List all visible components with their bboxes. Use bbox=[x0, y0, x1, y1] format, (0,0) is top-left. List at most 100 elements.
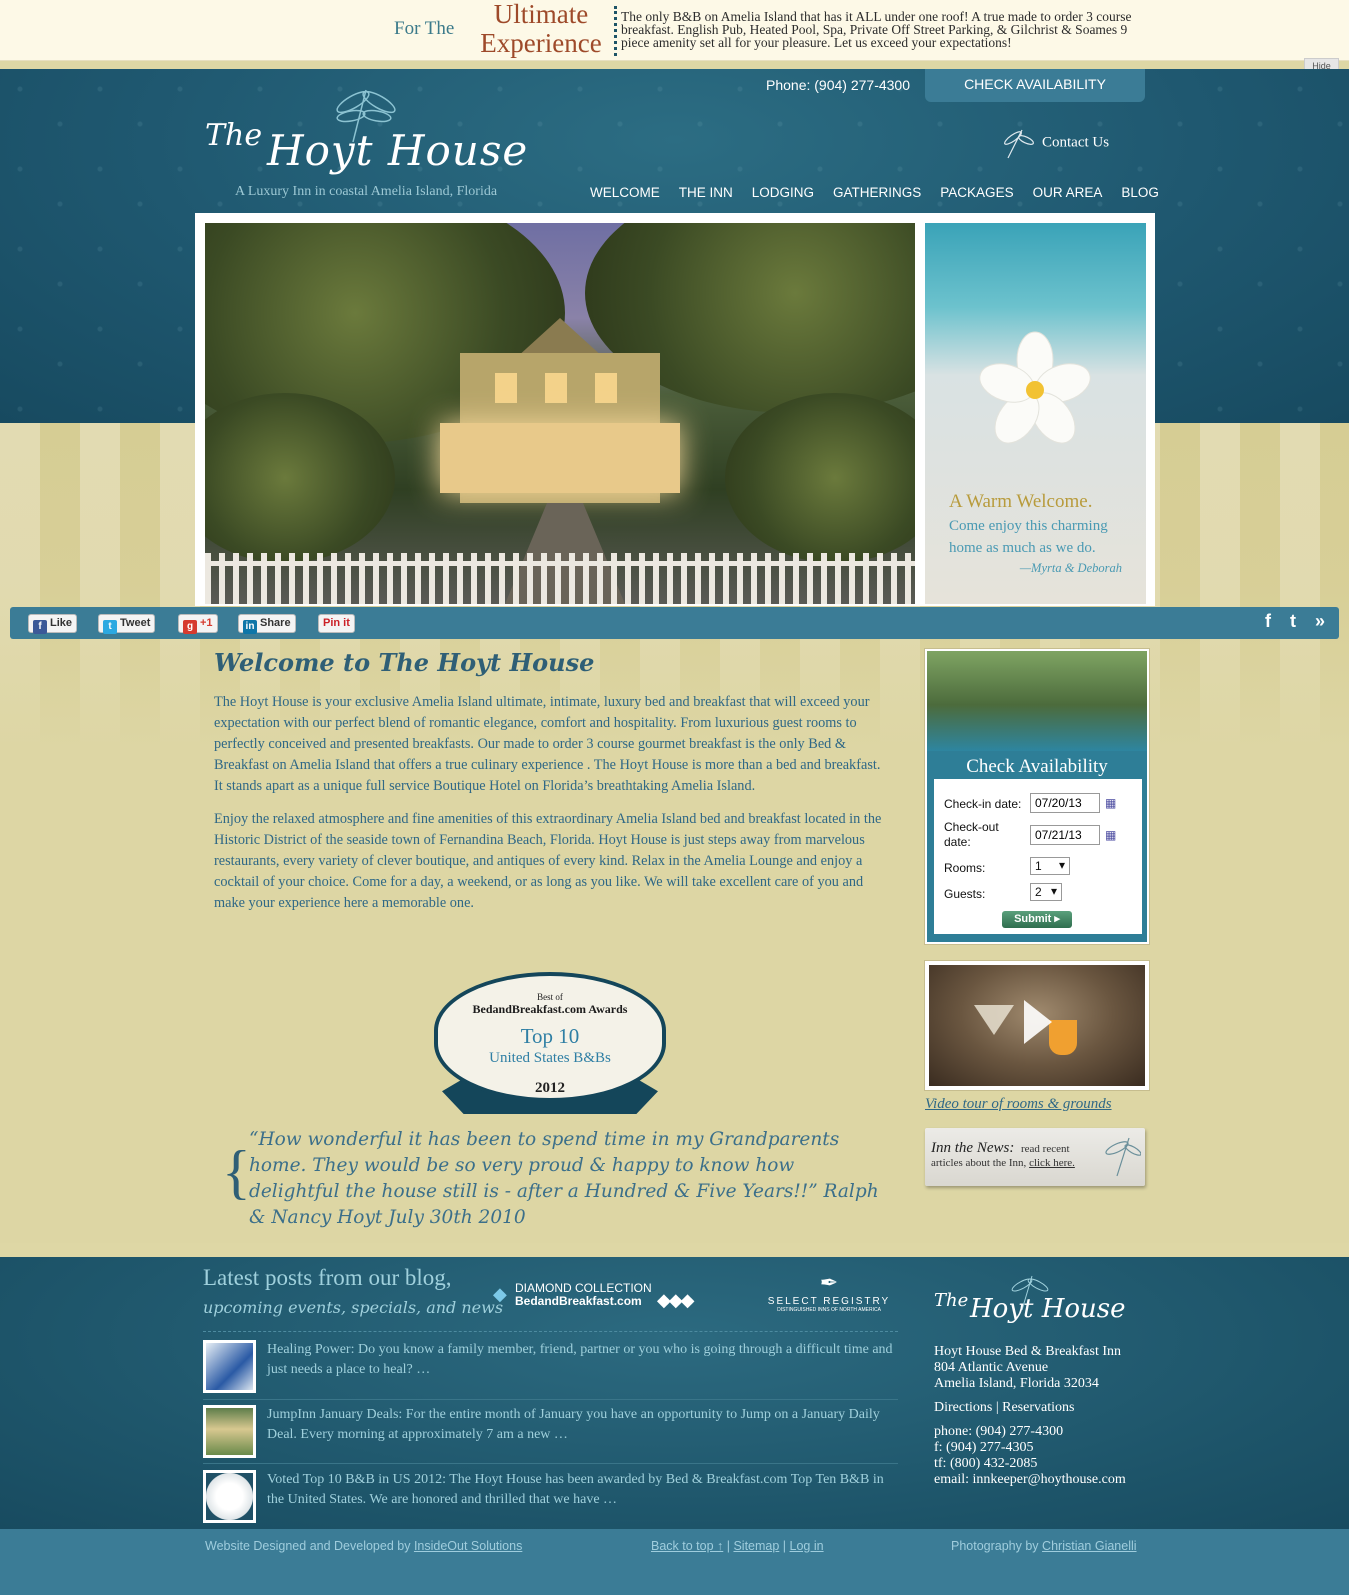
check-availability-widget: Check Availability Check-in date: ▦ Chec… bbox=[925, 649, 1149, 944]
blog-post-thumbnail[interactable] bbox=[203, 1470, 256, 1523]
linkedin-share-button[interactable]: in Share bbox=[238, 614, 296, 634]
share-label: Share bbox=[260, 617, 291, 629]
news-title: Inn the News: bbox=[931, 1140, 1015, 1156]
checkout-label: Check-out date: bbox=[944, 820, 999, 849]
sitemap-link[interactable]: Sitemap bbox=[733, 1539, 779, 1553]
blog-subtitle: upcoming events, specials, and news bbox=[203, 1298, 504, 1317]
facebook-like-button[interactable]: f Like bbox=[28, 614, 78, 634]
checkout-date-input[interactable] bbox=[1030, 825, 1100, 845]
nav-blog[interactable]: BLOG bbox=[1121, 185, 1159, 200]
more-icon[interactable]: » bbox=[1315, 611, 1325, 631]
video-tour-link[interactable]: Video tour of rooms & grounds bbox=[925, 1096, 1112, 1113]
page-title: Welcome to The Hoyt House bbox=[214, 648, 595, 677]
video-tour-thumbnail[interactable] bbox=[925, 961, 1149, 1090]
login-link[interactable]: Log in bbox=[790, 1539, 824, 1553]
news-click-here-link[interactable]: click here. bbox=[1029, 1157, 1075, 1169]
plumeria-flower-icon bbox=[979, 331, 1091, 444]
availability-submit-button[interactable]: Submit ▸ bbox=[1002, 911, 1072, 928]
amenities-paragraph: Enjoy the relaxed atmosphere and fine am… bbox=[214, 811, 882, 911]
nav-welcome[interactable]: WELCOME bbox=[590, 185, 660, 200]
promo-banner: For The Ultimate Experience The only B&B… bbox=[0, 0, 1349, 61]
footer-divider bbox=[203, 1331, 898, 1332]
select-registry-name: SELECT REGISTRY bbox=[767, 1296, 891, 1307]
nav-the-inn[interactable]: THE INN bbox=[679, 185, 733, 200]
footer-logo[interactable]: The Hoyt House bbox=[934, 1272, 1134, 1334]
blog-post-excerpt[interactable]: Healing Power: Do you know a family memb… bbox=[267, 1340, 897, 1380]
availability-title: Check Availability bbox=[966, 756, 1108, 777]
news-text-1: read recent bbox=[1021, 1143, 1070, 1155]
address-line-3: Amelia Island, Florida 32034 bbox=[934, 1376, 1099, 1391]
nav-packages[interactable]: PACKAGES bbox=[940, 185, 1013, 200]
promo-ultimate: Ultimate bbox=[493, 0, 589, 29]
award-badge: Best of BedandBreakfast.com Awards Top 1… bbox=[432, 966, 668, 1128]
facebook-icon: f bbox=[33, 620, 47, 634]
directions-reservations-links[interactable]: Directions | Reservations bbox=[934, 1400, 1126, 1416]
designer-link[interactable]: InsideOut Solutions bbox=[414, 1539, 522, 1553]
post-divider bbox=[203, 1463, 898, 1464]
quill-icon: ✒ bbox=[819, 1270, 839, 1295]
rooms-value: 1 bbox=[1035, 859, 1042, 873]
rooms-select[interactable]: 1 bbox=[1030, 857, 1070, 875]
back-to-top-link[interactable]: Back to top ↑ bbox=[651, 1539, 723, 1553]
in-the-news-banner[interactable]: Inn the News: read recent articles about… bbox=[925, 1128, 1145, 1186]
footer-logo-the: The bbox=[934, 1290, 969, 1311]
photography-by-text: Photography by bbox=[951, 1539, 1043, 1553]
footer-tollfree: tf: (800) 432-2085 bbox=[934, 1456, 1038, 1471]
credits-photography: Photography by Christian Gianelli bbox=[951, 1539, 1137, 1553]
welcome-card-body: Come enjoy this charming home as much as… bbox=[949, 518, 1108, 556]
check-availability-button[interactable]: CHECK AVAILABILITY bbox=[925, 69, 1145, 102]
promo-ultimate-experience: Ultimate Experience bbox=[466, 0, 616, 58]
facebook-icon[interactable]: f bbox=[1265, 611, 1271, 631]
bottom-bar: Website Designed and Developed by Inside… bbox=[0, 1529, 1349, 1595]
blog-title: Latest posts from our blog, bbox=[203, 1265, 452, 1290]
site-logo[interactable]: The Hoyt House A Luxury Inn in coastal A… bbox=[203, 80, 553, 205]
blog-post-thumbnail[interactable] bbox=[203, 1340, 256, 1393]
footer-email[interactable]: email: innkeeper@hoythouse.com bbox=[934, 1472, 1126, 1488]
promo-text: The only B&B on Amelia Island that has i… bbox=[621, 9, 1132, 50]
play-icon[interactable] bbox=[1024, 1000, 1052, 1044]
diamond-rating-icon: ◆◆◆ bbox=[657, 1290, 695, 1310]
address-line-2: 804 Atlantic Avenue bbox=[934, 1360, 1049, 1375]
select-registry-logo[interactable]: ✒ SELECT REGISTRY DISTINGUISHED INNS OF … bbox=[763, 1270, 895, 1313]
credits-design: Website Designed and Developed by Inside… bbox=[205, 1539, 522, 1553]
main-text: The Hoyt House is your exclusive Amelia … bbox=[214, 692, 886, 926]
plus-one-label: +1 bbox=[200, 617, 213, 629]
twitter-icon[interactable]: t bbox=[1290, 611, 1296, 631]
logo-the: The bbox=[205, 118, 263, 153]
social-follow-icons: f t » bbox=[1251, 611, 1325, 632]
calendar-icon[interactable]: ▦ bbox=[1105, 828, 1125, 842]
promo-divider bbox=[614, 6, 617, 56]
welcome-card-signature: —Myrta & Deborah bbox=[1019, 561, 1122, 575]
select-registry-sub: DISTINGUISHED INNS OF NORTH AMERICA bbox=[777, 1307, 881, 1313]
guests-value: 2 bbox=[1035, 885, 1042, 899]
welcome-card: A Warm Welcome. Come enjoy this charming… bbox=[925, 223, 1146, 604]
contact-us-label: Contact Us bbox=[1042, 134, 1110, 151]
nav-lodging[interactable]: LODGING bbox=[752, 185, 814, 200]
pinterest-pin-button[interactable]: Pin it bbox=[318, 614, 355, 633]
nav-gatherings[interactable]: GATHERINGS bbox=[833, 185, 921, 200]
diamond-collection-logo[interactable]: ◆ DIAMOND COLLECTION BedandBreakfast.com bbox=[493, 1282, 652, 1308]
contact-us-link[interactable]: Contact Us bbox=[1000, 126, 1109, 160]
footer-fax: f: (904) 277-4305 bbox=[934, 1440, 1034, 1455]
footer-address: Hoyt House Bed & Breakfast Inn 804 Atlan… bbox=[934, 1344, 1126, 1488]
diamond-collection-site: BedandBreakfast.com bbox=[515, 1294, 642, 1308]
like-label: Like bbox=[50, 617, 73, 629]
checkin-date-input[interactable] bbox=[1030, 793, 1100, 813]
blog-post-excerpt[interactable]: JumpInn January Deals: For the entire mo… bbox=[267, 1405, 897, 1445]
diamond-icon: ◆ bbox=[493, 1284, 507, 1304]
photographer-link[interactable]: Christian Gianelli bbox=[1042, 1539, 1136, 1553]
footer-logo-hoyt-house: Hoyt House bbox=[970, 1294, 1126, 1324]
tweet-button[interactable]: t Tweet bbox=[98, 614, 156, 634]
calendar-icon[interactable]: ▦ bbox=[1105, 796, 1125, 810]
google-plus-one-button[interactable]: g +1 bbox=[178, 614, 218, 634]
blog-post-thumbnail[interactable] bbox=[203, 1405, 256, 1458]
guests-select[interactable]: 2 bbox=[1030, 883, 1062, 901]
nav-our-area[interactable]: OUR AREA bbox=[1033, 185, 1103, 200]
award-category: United States B&Bs bbox=[489, 1050, 611, 1066]
blog-post-excerpt[interactable]: Voted Top 10 B&B in US 2012: The Hoyt Ho… bbox=[267, 1470, 897, 1510]
dragonfly-icon bbox=[1004, 129, 1034, 159]
award-name: BedandBreakfast.com Awards bbox=[472, 1002, 628, 1016]
award-best-of: Best of bbox=[537, 992, 563, 1002]
promo-for-the: For The bbox=[394, 18, 455, 39]
post-divider bbox=[203, 1399, 898, 1400]
